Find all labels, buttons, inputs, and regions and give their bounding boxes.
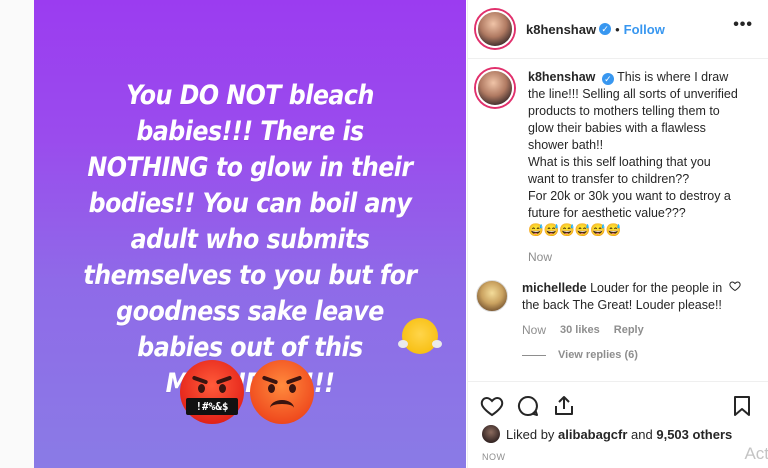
comments-list[interactable]: k8henshaw ✓ This is where I draw the lin… (468, 59, 768, 372)
reply-button[interactable]: Reply (614, 322, 644, 339)
view-replies-toggle[interactable]: View replies (6) (522, 347, 734, 364)
verified-badge-icon: ✓ (599, 23, 612, 35)
more-options-icon[interactable]: ••• (733, 16, 753, 34)
comment-meta: Now 30 likes Reply (522, 322, 734, 339)
others-count-link[interactable]: 9,503 others (656, 427, 732, 442)
post-image[interactable]: You DO NOT bleach babies!!! There is NOT… (34, 0, 466, 468)
follow-button[interactable]: Follow (624, 22, 665, 37)
likes-summary: Liked by alibabagcfr and 9,503 others (482, 425, 732, 443)
liker-username[interactable]: alibabagcfr (558, 427, 627, 442)
post-timestamp[interactable]: NOW (482, 452, 506, 462)
view-replies-label[interactable]: View replies (6) (558, 347, 638, 364)
caption-comment: k8henshaw ✓ This is where I draw the lin… (468, 59, 768, 266)
author-username[interactable]: k8henshaw (526, 22, 596, 37)
instagram-post: You DO NOT bleach babies!!! There is NOT… (0, 0, 768, 468)
action-bar (468, 381, 768, 422)
comment-bubble-icon[interactable] (516, 394, 540, 418)
face-with-steam-icon (398, 318, 442, 354)
caption-time[interactable]: Now (528, 249, 740, 266)
angry-face-icon (250, 360, 314, 424)
comment-time[interactable]: Now (522, 322, 546, 339)
commenter-username[interactable]: michellede (522, 281, 587, 295)
liked-by-and: and (631, 426, 653, 442)
post-sidebar: k8henshaw ✓ • Follow ••• k8henshaw ✓ Thi… (467, 0, 768, 468)
liker-avatar[interactable] (482, 425, 500, 443)
commenter-avatar[interactable] (476, 280, 508, 312)
comment-likes[interactable]: 30 likes (560, 322, 600, 339)
replies-divider (522, 355, 546, 356)
caption-avatar[interactable] (476, 69, 514, 107)
cursing-face-icon: !#%&$ (180, 360, 244, 424)
liked-by-prefix: Liked by (506, 426, 555, 442)
emoji-row: !#%&$ (180, 360, 314, 424)
like-heart-icon[interactable] (480, 394, 504, 418)
cursing-symbols: !#%&$ (186, 398, 238, 415)
caption-text: This is where I draw the line!!! Selling… (528, 70, 738, 237)
caption-username[interactable]: k8henshaw (528, 70, 595, 84)
left-gutter (0, 0, 34, 468)
bookmark-icon[interactable] (730, 394, 754, 418)
share-icon[interactable] (552, 394, 576, 418)
comment-like-heart-icon[interactable] (729, 280, 741, 292)
post-header: k8henshaw ✓ • Follow ••• (468, 0, 768, 59)
header-separator: • (615, 21, 620, 37)
activation-watermark: Act (744, 444, 768, 463)
author-avatar[interactable] (476, 10, 514, 48)
verified-badge-icon: ✓ (601, 73, 614, 85)
comment-item: michellede Louder for the people in the … (468, 266, 768, 364)
image-caption-text: You DO NOT bleach babies!!! There is NOT… (83, 80, 417, 399)
